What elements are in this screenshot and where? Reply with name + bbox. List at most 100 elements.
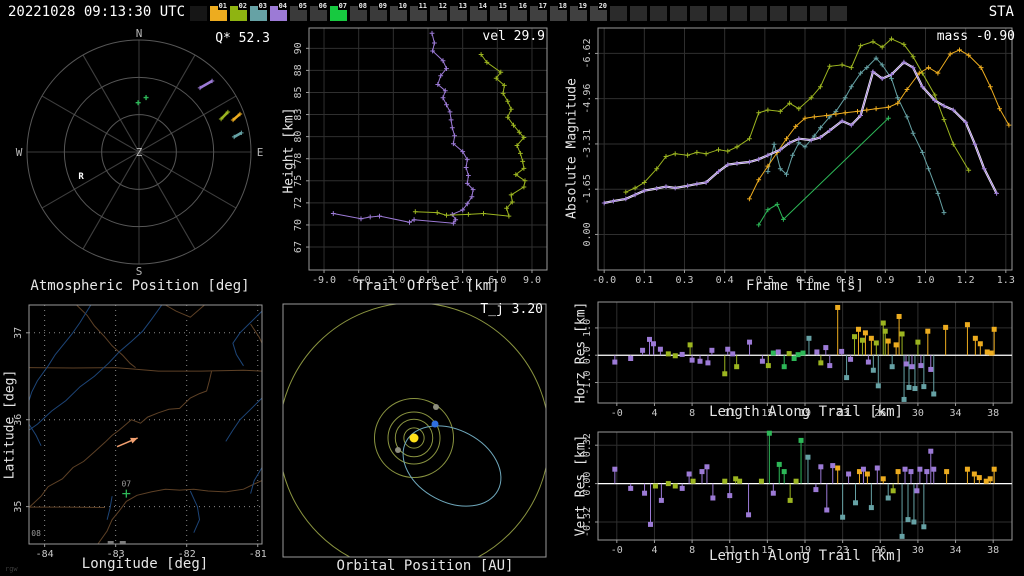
station-chip-label: 01 xyxy=(217,2,228,10)
station-chip-01[interactable]: 01 xyxy=(210,2,228,21)
watermark: rgw xyxy=(5,565,18,573)
station-chip-label: 10 xyxy=(397,2,408,10)
station-chip[interactable] xyxy=(610,6,627,21)
station-chip-18[interactable]: 18 xyxy=(550,2,568,21)
horz-res-y-axis-label: Horz Res [km] xyxy=(573,301,589,404)
station-chip-label: 17 xyxy=(537,2,548,10)
svg-text:-6.62: -6.62 xyxy=(582,38,593,68)
svg-text:-81: -81 xyxy=(249,549,267,560)
station-chip-label: 16 xyxy=(517,2,528,10)
atmospheric-panel-title: Atmospheric Position [deg] xyxy=(30,278,250,294)
station-chip-label: 08 xyxy=(357,2,368,10)
svg-text:38: 38 xyxy=(987,545,999,556)
svg-text:0.00: 0.00 xyxy=(582,222,593,246)
svg-text:E: E xyxy=(257,146,264,159)
orbital-position-plot xyxy=(282,303,547,558)
station-chip-17[interactable]: 17 xyxy=(530,2,548,21)
tisserand-badge: T_j 3.20 xyxy=(480,302,543,317)
svg-text:4: 4 xyxy=(651,408,657,419)
utc-timestamp: 20221028 09:13:30 UTC xyxy=(8,4,186,20)
station-chip[interactable] xyxy=(670,6,687,21)
station-chip-label: 15 xyxy=(497,2,508,10)
svg-text:0.1: 0.1 xyxy=(635,275,653,286)
station-chip[interactable] xyxy=(790,6,807,21)
svg-text:W: W xyxy=(16,146,23,159)
station-chip-11[interactable]: 11 xyxy=(410,2,428,21)
header-bar: 20221028 09:13:30 UTC 01 02 03 04 05 06 07 08 09… xyxy=(0,0,1024,25)
q-value-badge: Q* 52.3 xyxy=(215,31,270,46)
trail-offset-plot: -9.0 -6.0 -3.0 0.0 3.0 6.0 9.06770727578808385… xyxy=(293,27,548,286)
station-chip-label: 13 xyxy=(457,2,468,10)
trail-x-axis-label: Trail Offset [km] xyxy=(356,278,500,294)
station-chip[interactable] xyxy=(710,6,727,21)
station-chip-label: 09 xyxy=(377,2,388,10)
station-chip-05[interactable]: 05 xyxy=(290,2,308,21)
station-chip-02[interactable]: 02 xyxy=(230,2,248,21)
svg-text:35: 35 xyxy=(13,501,24,513)
station-chip-20[interactable]: 20 xyxy=(590,2,608,21)
vert-res-y-axis-label: Vert Res [km] xyxy=(573,434,589,537)
station-chip[interactable] xyxy=(810,6,827,21)
svg-text:70: 70 xyxy=(293,219,304,231)
station-chip-03[interactable]: 03 xyxy=(250,2,268,21)
station-chip[interactable] xyxy=(750,6,767,21)
svg-text:08: 08 xyxy=(31,529,41,538)
svg-text:4: 4 xyxy=(651,545,657,556)
svg-text:07: 07 xyxy=(121,480,131,489)
svg-text:Z: Z xyxy=(136,146,143,159)
svg-text:34: 34 xyxy=(950,408,962,419)
station-chip-07[interactable]: 07 xyxy=(330,2,348,21)
svg-text:90: 90 xyxy=(293,42,304,54)
station-chip-label: 02 xyxy=(237,2,248,10)
svg-text:N: N xyxy=(136,27,143,40)
svg-text:1.0: 1.0 xyxy=(916,275,934,286)
svg-text:1.3: 1.3 xyxy=(997,275,1015,286)
horizontal-residuals-plot: -0 4 8 11 15 19 23 26 30 34 381.00.0-1.0 xyxy=(582,301,1013,419)
light-curve-plot: -0.0 0.1 0.3 0.4 0.5 0.6 0.8 0.9 1.0 1.2 1.30.00-1… xyxy=(582,27,1015,286)
svg-text:-0.0: -0.0 xyxy=(592,275,616,286)
station-chip-label: 03 xyxy=(257,2,268,10)
svg-text:67: 67 xyxy=(293,241,304,253)
velocity-badge: vel 29.9 xyxy=(482,29,545,44)
station-chip-label: 12 xyxy=(437,2,448,10)
station-chip-13[interactable]: 13 xyxy=(450,2,468,21)
sta-mode-label: STA xyxy=(988,4,1014,20)
station-chip-label: 07 xyxy=(337,2,348,10)
svg-text:-0: -0 xyxy=(611,545,623,556)
station-strip: 01 02 03 04 05 06 07 08 09 10 11 12 13 14 15 16 17 18 19 20 xyxy=(190,2,850,21)
station-chip[interactable] xyxy=(730,6,747,21)
station-chip-14[interactable]: 14 xyxy=(470,2,488,21)
station-chip[interactable] xyxy=(830,6,847,21)
trail-y-axis-label: Height [km] xyxy=(281,107,297,194)
station-chip[interactable] xyxy=(650,6,667,21)
mass-badge: mass -0.90 xyxy=(936,29,1015,44)
svg-text:-4.96: -4.96 xyxy=(582,84,593,114)
station-chip-15[interactable]: 15 xyxy=(490,2,508,21)
svg-text:1.2: 1.2 xyxy=(957,275,975,286)
svg-text:-0: -0 xyxy=(611,408,623,419)
station-chip-09[interactable]: 09 xyxy=(370,2,388,21)
station-chip[interactable] xyxy=(770,6,787,21)
station-chip-label: 20 xyxy=(597,2,608,10)
svg-text:34: 34 xyxy=(950,545,962,556)
svg-text:S: S xyxy=(136,265,143,278)
svg-text:37: 37 xyxy=(13,327,24,339)
station-chip-06[interactable]: 06 xyxy=(310,2,328,21)
svg-text:0.3: 0.3 xyxy=(675,275,693,286)
svg-text:38: 38 xyxy=(987,408,999,419)
ground-map-plot: -84 -83 -82 -813536370708 xyxy=(13,304,267,560)
station-chip-08[interactable]: 08 xyxy=(350,2,368,21)
station-chip-19[interactable]: 19 xyxy=(570,2,588,21)
horz-res-x-axis-label: Length Along Trail [km] xyxy=(709,404,903,420)
magnitude-x-axis-label: Frame Time [s] xyxy=(745,278,864,294)
station-chip[interactable] xyxy=(190,6,207,21)
atmospheric-position-plot: R N S W E Z xyxy=(16,27,264,278)
station-chip[interactable] xyxy=(690,6,707,21)
magnitude-y-axis-label: Absolute Magnitude xyxy=(564,78,580,219)
svg-text:88: 88 xyxy=(293,64,304,76)
station-chip-04[interactable]: 04 xyxy=(270,2,288,21)
station-chip-10[interactable]: 10 xyxy=(390,2,408,21)
station-chip-16[interactable]: 16 xyxy=(510,2,528,21)
station-chip-12[interactable]: 12 xyxy=(430,2,448,21)
station-chip[interactable] xyxy=(630,6,647,21)
